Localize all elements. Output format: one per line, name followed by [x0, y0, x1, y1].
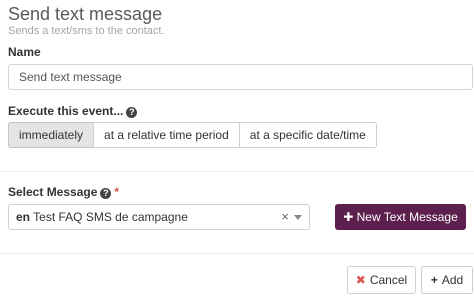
plus-icon: +	[430, 273, 438, 287]
clear-icon[interactable]: ×	[281, 205, 289, 229]
option-specific-date[interactable]: at a specific date/time	[238, 122, 377, 148]
help-icon[interactable]: ?	[126, 107, 138, 118]
name-label: Name	[8, 45, 41, 59]
cancel-label: Cancel	[369, 273, 408, 287]
event-label: Execute this event...?	[8, 104, 138, 118]
times-icon: ✖	[355, 273, 366, 287]
cancel-button[interactable]: ✖ Cancel	[347, 266, 416, 294]
name-input[interactable]: Send text message	[8, 64, 473, 90]
help-icon[interactable]: ?	[100, 188, 112, 199]
add-label: Add	[441, 273, 464, 287]
message-select[interactable]: en Test FAQ SMS de campagne ×	[8, 204, 310, 230]
add-button[interactable]: + Add	[421, 266, 473, 294]
footer-divider	[0, 253, 474, 254]
message-label: Select Message? *	[8, 185, 119, 199]
message-label-text: Select Message	[8, 185, 98, 199]
message-value: Test FAQ SMS de campagne	[33, 210, 188, 224]
plus-icon: ✚	[343, 210, 354, 224]
section-divider	[0, 171, 474, 172]
option-immediately[interactable]: immediately	[8, 122, 95, 148]
new-text-message-label: New Text Message	[356, 210, 458, 224]
event-label-text: Execute this event...	[8, 104, 124, 118]
option-relative-time[interactable]: at a relative time period	[93, 122, 240, 148]
new-text-message-button[interactable]: ✚ New Text Message	[335, 204, 466, 230]
chevron-down-icon[interactable]	[294, 215, 302, 220]
dialog-subtitle: Sends a text/sms to the contact.	[8, 25, 165, 37]
dialog-title: Send text message	[8, 4, 163, 24]
required-marker: *	[114, 185, 120, 199]
message-language: en	[16, 210, 31, 224]
event-timing-group: immediately at a relative time period at…	[8, 122, 377, 148]
